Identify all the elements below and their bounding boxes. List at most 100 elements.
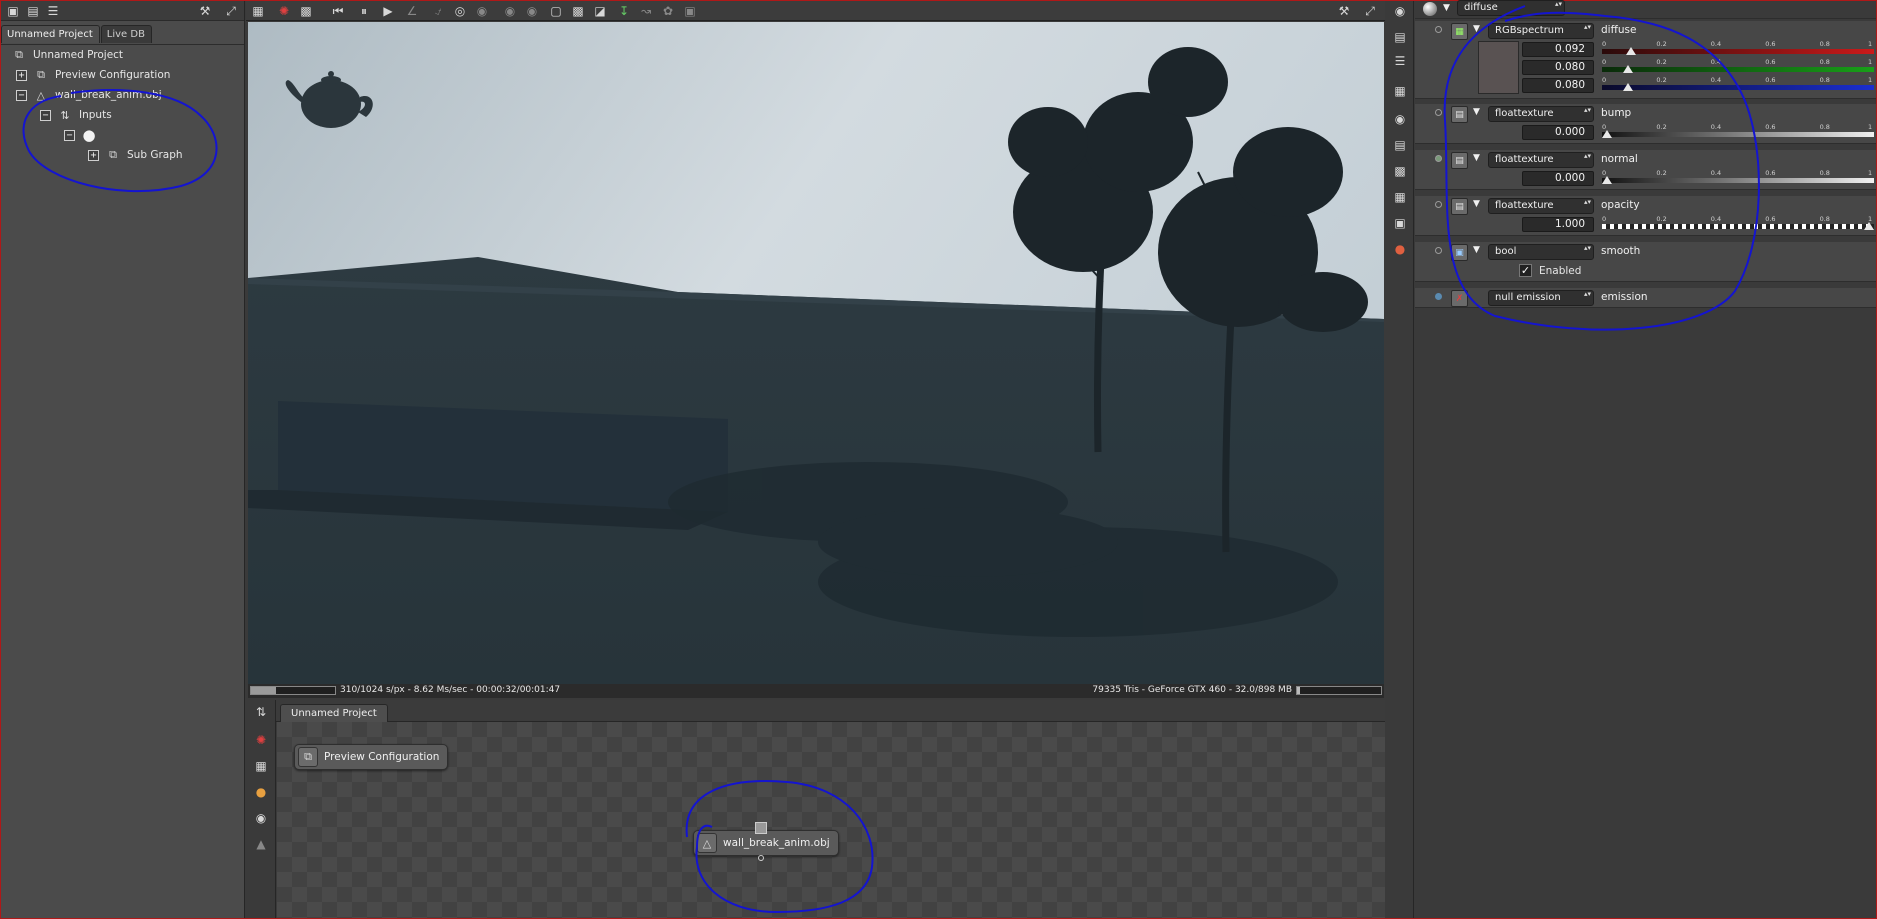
slider-handle[interactable]	[1622, 65, 1633, 73]
maximize-icon[interactable]: ⤢	[1362, 3, 1378, 19]
pin-icon[interactable]	[1435, 201, 1442, 208]
slider-handle[interactable]	[1622, 83, 1633, 91]
collapse-arrow-icon[interactable]: ▼	[1473, 245, 1480, 255]
material-picker-icon[interactable]: ◉	[502, 3, 518, 19]
node-preview-configuration[interactable]: ⧉ Preview Configuration	[294, 744, 449, 770]
render-viewport[interactable]	[248, 22, 1384, 684]
expand-icon[interactable]: +	[16, 69, 27, 81]
layout-icon[interactable]: ▤	[25, 3, 41, 19]
camera-node-icon[interactable]: ▲	[253, 836, 269, 852]
tree-item-root[interactable]: ⧉ Unnamed Project	[11, 46, 123, 64]
expand-arrow-icon[interactable]: ▼	[1443, 3, 1450, 13]
inspector-icon[interactable]: ◉	[1392, 3, 1408, 19]
render-region-icon[interactable]: ▦	[250, 3, 266, 19]
material-node-icon[interactable]: ●	[253, 784, 269, 800]
wrench-icon[interactable]: ⚒	[1336, 3, 1352, 19]
tree-item-material[interactable]: − ●	[64, 126, 97, 144]
object-picker-icon[interactable]: ◉	[524, 3, 540, 19]
clay-mode-icon[interactable]: ▩	[298, 3, 314, 19]
export-icon[interactable]: ↧	[616, 3, 632, 19]
checker-icon[interactable]: ▩	[570, 3, 586, 19]
slider-handle[interactable]	[1602, 130, 1612, 138]
collapse-arrow-icon[interactable]: ▼	[1473, 24, 1480, 34]
region-icon[interactable]: ▢	[548, 3, 564, 19]
tree-item-preview-configuration[interactable]: + ⧉ Preview Configuration	[16, 66, 170, 84]
alpha-icon[interactable]: ◪	[592, 3, 608, 19]
param-type-dropdown[interactable]: floattexture	[1488, 106, 1594, 122]
color-swatch[interactable]	[1478, 41, 1519, 94]
node-input-pin[interactable]	[755, 822, 767, 834]
opacity-value-input[interactable]: 1.000	[1522, 217, 1594, 232]
green-slider[interactable]: 0 0.2 0.4 0.6 0.8 1	[1602, 58, 1874, 73]
blue-slider[interactable]: 0 0.2 0.4 0.6 0.8 1	[1602, 76, 1874, 91]
normal-slider[interactable]: 0 0.2 0.4 0.6 0.8 1	[1602, 169, 1874, 184]
red-slider[interactable]: 0 0.2 0.4 0.6 0.8 1	[1602, 40, 1874, 55]
focus-icon[interactable]: ◎	[452, 3, 468, 19]
graph-tab-unnamed-project[interactable]: Unnamed Project	[280, 704, 388, 722]
wrench-icon[interactable]: ⚒	[197, 3, 213, 19]
collapse-arrow-icon[interactable]: ▼	[1473, 107, 1480, 117]
pin-icon[interactable]	[1435, 247, 1442, 254]
list-icon[interactable]: ☰	[1392, 53, 1408, 69]
tree-item-sub-graph[interactable]: + ⧉ Sub Graph	[88, 146, 183, 164]
param-type-dropdown[interactable]: RGBspectrum	[1488, 23, 1594, 39]
transform-icon[interactable]: ▣	[1392, 215, 1408, 231]
reset-render-icon[interactable]: ✺	[276, 3, 292, 19]
window-icon[interactable]: ▣	[5, 3, 21, 19]
tool2-icon[interactable]: ✿	[660, 3, 676, 19]
param-type-dropdown[interactable]: null emission	[1488, 290, 1594, 306]
enabled-checkbox[interactable]: ✓	[1519, 264, 1532, 277]
tab-live-db[interactable]: Live DB	[100, 25, 152, 43]
picture-icon[interactable]: ▦	[1392, 189, 1408, 205]
play-icon[interactable]: ▶	[380, 3, 396, 19]
opacity-slider[interactable]: 0 0.2 0.4 0.6 0.8 1	[1602, 215, 1874, 230]
camera-icon[interactable]: ◉	[1392, 111, 1408, 127]
green-value-input[interactable]: 0.080	[1522, 60, 1594, 75]
pause-icon[interactable]: ⏸	[356, 3, 372, 19]
film-icon[interactable]: ▤	[1392, 137, 1408, 153]
expand-icon[interactable]: +	[88, 149, 99, 161]
image-icon[interactable]: ▦	[1392, 83, 1408, 99]
blue-value-input[interactable]: 0.080	[1522, 78, 1594, 93]
collapse-icon[interactable]: −	[40, 109, 51, 121]
lock-icon[interactable]: ▣	[682, 3, 698, 19]
reset-graph-icon[interactable]: ✺	[253, 732, 269, 748]
bump-value-input[interactable]: 0.000	[1522, 125, 1594, 140]
param-type-dropdown[interactable]: floattexture	[1488, 198, 1594, 214]
slider-handle[interactable]	[1602, 176, 1612, 184]
tree-item-wall-break-anim[interactable]: − △ wall_break_anim.obj	[16, 86, 162, 104]
material-type-dropdown[interactable]: diffuse	[1457, 0, 1565, 16]
picker-icon[interactable]: ◉	[474, 3, 490, 19]
pin-icon[interactable]	[1435, 109, 1442, 116]
param-type-dropdown[interactable]: bool	[1488, 244, 1594, 260]
param-type-dropdown[interactable]: floattexture	[1488, 152, 1594, 168]
environment-icon[interactable]: ▩	[1392, 163, 1408, 179]
graph-editor-icon[interactable]: ⇅	[253, 704, 269, 720]
pin-icon[interactable]	[1435, 26, 1442, 33]
pin-icon[interactable]	[1435, 155, 1442, 162]
add-node-icon[interactable]: ▦	[253, 758, 269, 774]
node-output-pin[interactable]	[758, 855, 764, 861]
layers-icon[interactable]: ☰	[45, 3, 61, 19]
slider-handle[interactable]	[1864, 222, 1874, 230]
layers-icon[interactable]: ▤	[1392, 29, 1408, 45]
tab-unnamed-project[interactable]: Unnamed Project	[1, 25, 100, 43]
normal-value-input[interactable]: 0.000	[1522, 171, 1594, 186]
paint-icon[interactable]: ●	[1392, 241, 1408, 257]
pin-icon[interactable]	[1435, 293, 1442, 300]
slider-handle[interactable]	[1626, 47, 1637, 55]
tree-item-inputs[interactable]: − ⇅ Inputs	[40, 106, 112, 124]
bump-slider[interactable]: 0 0.2 0.4 0.6 0.8 1	[1602, 123, 1874, 138]
red-value-input[interactable]: 0.092	[1522, 42, 1594, 57]
collapse-arrow-icon[interactable]: ▼	[1473, 153, 1480, 163]
tool-icon[interactable]: ↝	[638, 3, 654, 19]
measure-icon[interactable]: ∠	[404, 3, 420, 19]
collapse-icon[interactable]: −	[64, 129, 75, 141]
texture-node-icon[interactable]: ◉	[253, 810, 269, 826]
af-icon[interactable]: ⍻	[430, 3, 446, 19]
collapse-arrow-icon[interactable]: ▼	[1473, 199, 1480, 209]
rewind-icon[interactable]: ⏮	[330, 3, 346, 19]
maximize-icon[interactable]: ⤢	[223, 3, 239, 19]
node-graph-canvas[interactable]: ⧉ Preview Configuration △ wall_break_ani…	[277, 722, 1385, 918]
collapse-icon[interactable]: −	[16, 89, 27, 101]
